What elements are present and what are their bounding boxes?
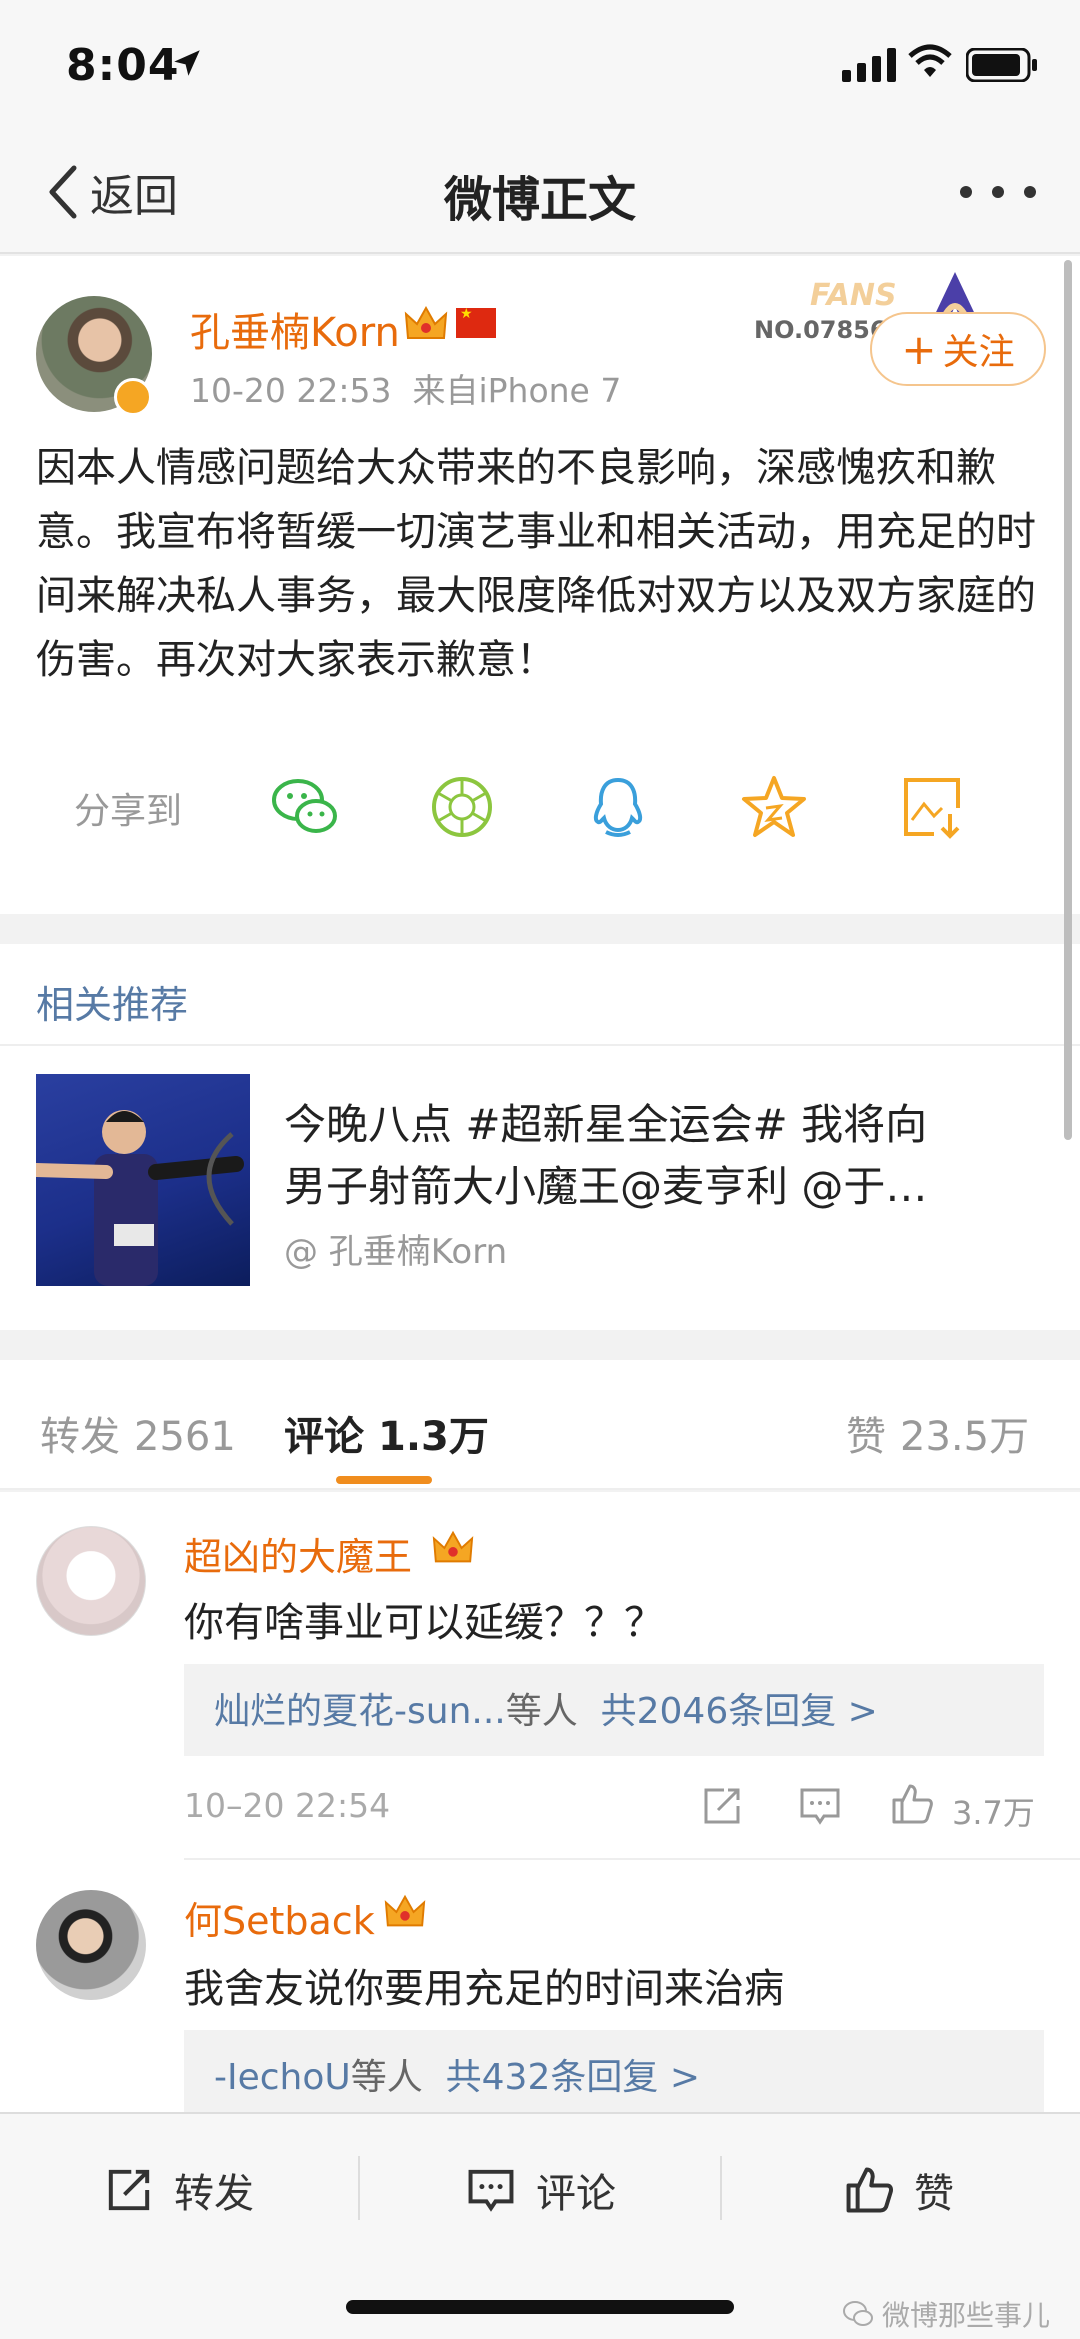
- share-row: 分享到: [0, 766, 1080, 846]
- reply-summary[interactable]: 灿烂的夏花-sun...等人 共2046条回复 >: [184, 1664, 1044, 1756]
- reply-comment-icon[interactable]: [798, 1784, 842, 1828]
- qq-icon[interactable]: [584, 774, 652, 840]
- status-time: 8:04: [66, 40, 180, 91]
- related-line-2: 男子射箭大小魔王@麦亨利 @于…: [284, 1162, 928, 1211]
- reply-total: 共2046条回复 >: [600, 1691, 878, 1732]
- post-card: 孔垂楠Korn 10-20 22:53 来自iPhone 7 FANS NO.0…: [0, 256, 1080, 914]
- verified-badge-icon: [114, 378, 152, 416]
- comment-time: 10–20 22:54: [184, 1786, 391, 1825]
- like-comment-icon[interactable]: [890, 1782, 934, 1826]
- divider: [0, 1044, 1080, 1046]
- tab-comments-label: 评论: [284, 1414, 364, 1460]
- more-options-icon[interactable]: [956, 174, 1040, 210]
- vip-crown-icon: [404, 305, 448, 339]
- comment-like-count: 3.7万: [952, 1794, 1035, 1832]
- repost-label: 转发: [174, 2171, 254, 2217]
- tab-reposts-label: 转发: [40, 1414, 120, 1460]
- thumbs-up-icon: [846, 2167, 893, 2213]
- related-thumbnail[interactable]: [36, 1074, 250, 1286]
- author-name[interactable]: 孔垂楠Korn: [190, 300, 400, 358]
- cellular-signal-icon: [842, 48, 896, 82]
- fans-badge-number: NO.07856: [754, 316, 887, 344]
- divider: [358, 2156, 360, 2220]
- weibo-post-detail-page: 8:04 返回 微博正文 孔垂楠Korn ★ 10-20 22:53 来自iPh…: [0, 0, 1080, 2339]
- post-source: 来自iPhone 7: [412, 371, 622, 410]
- related-text[interactable]: 今晚八点 #超新星全运会# 我将向 男子射箭大小魔王@麦亨利 @于…: [284, 1094, 1044, 1218]
- save-image-icon[interactable]: [898, 774, 966, 840]
- follow-button[interactable]: + 关注: [870, 312, 1046, 386]
- chevron-left-icon: [49, 165, 77, 219]
- follow-label: 关注: [942, 332, 1015, 373]
- comment-button[interactable]: 评论: [466, 2158, 616, 2222]
- scrollbar[interactable]: [1064, 260, 1072, 1140]
- wechat-watermark-icon: [842, 2301, 873, 2326]
- nav-bar: 返回 微博正文: [0, 130, 1080, 254]
- reply-total: 共432条回复 >: [445, 2057, 700, 2098]
- commenter-name[interactable]: 何Setback: [184, 1890, 375, 1945]
- battery-icon: [966, 48, 1037, 82]
- related-section: 相关推荐 今晚八点 #超新星全运会# 我将向 男子射箭大小魔王@麦亨利 @于… …: [0, 944, 1080, 1330]
- reply-from: 灿烂的夏花-sun...: [214, 1691, 506, 1732]
- reply-from: -IechoU: [214, 2057, 351, 2098]
- tab-likes-label: 赞: [846, 1414, 886, 1460]
- repost-icon: [108, 2169, 150, 2211]
- commenter-name[interactable]: 超凶的大魔王: [184, 1526, 412, 1581]
- archer-image: [36, 1110, 244, 1286]
- like-label: 赞: [914, 2171, 954, 2217]
- tab-comments[interactable]: 评论 1.3万: [284, 1404, 489, 1462]
- post-meta: 10-20 22:53 来自iPhone 7: [190, 364, 621, 412]
- location-arrow-icon: [174, 50, 200, 76]
- tab-likes[interactable]: 赞 23.5万: [846, 1404, 1029, 1462]
- vip-crown-icon: [432, 1530, 474, 1563]
- watermark-text: 微博那些事儿: [881, 2299, 1050, 2332]
- watermark: 微博那些事儿: [842, 2294, 1050, 2334]
- comment-list: 超凶的大魔王 你有啥事业可以延缓？？？ 灿烂的夏花-sun...等人 共2046…: [0, 1492, 1080, 2112]
- tab-comments-count: 1.3万: [378, 1414, 489, 1460]
- comment-label: 评论: [536, 2171, 616, 2217]
- reply-summary[interactable]: -IechoU等人 共432条回复 >: [184, 2030, 1044, 2112]
- comment-text: 你有啥事业可以延缓？？？: [184, 1600, 664, 1646]
- reply-by: 等人: [350, 2057, 423, 2098]
- status-bar: 8:04: [0, 0, 1080, 130]
- tab-reposts-count: 2561: [134, 1414, 236, 1460]
- related-line-1: 今晚八点 #超新星全运会# 我将向: [284, 1100, 928, 1149]
- commenter-avatar[interactable]: [36, 1526, 146, 1636]
- repost-comment-icon[interactable]: [700, 1784, 744, 1828]
- back-button[interactable]: 返回: [46, 160, 178, 224]
- like-button[interactable]: 赞: [844, 2158, 954, 2222]
- reply-by: 等人: [505, 1691, 578, 1732]
- home-indicator[interactable]: [346, 2300, 734, 2314]
- fans-badge-word: FANS: [810, 278, 897, 313]
- comment-icon: [468, 2169, 514, 2212]
- wifi-icon: [908, 44, 952, 77]
- interaction-tabs: 转发 2561 评论 1.3万 赞 23.5万: [0, 1360, 1080, 1490]
- share-label: 分享到: [74, 791, 183, 832]
- post-content: 因本人情感问题给大众带来的不良影响，深感愧疚和歉意。我宣布将暂缓一切演艺事业和相…: [36, 445, 1036, 683]
- comment-text: 我舍友说你要用充足的时间来治病: [184, 1966, 784, 2012]
- related-source: @ 孔垂楠Korn: [284, 1232, 508, 1272]
- china-flag-icon: [456, 306, 496, 338]
- plus-icon: +: [901, 324, 937, 374]
- back-label: 返回: [90, 171, 178, 222]
- moments-icon[interactable]: [428, 774, 496, 840]
- repost-button[interactable]: 转发: [104, 2158, 254, 2222]
- wechat-icon[interactable]: [270, 774, 338, 840]
- commenter-avatar[interactable]: [36, 1890, 146, 2000]
- related-title: 相关推荐: [36, 983, 189, 1027]
- tab-reposts[interactable]: 转发 2561: [40, 1404, 236, 1462]
- tab-likes-count: 23.5万: [900, 1414, 1030, 1460]
- vip-crown-icon: [384, 1894, 426, 1927]
- active-tab-indicator: [336, 1476, 432, 1484]
- divider: [720, 2156, 722, 2220]
- post-timestamp: 10-20 22:53: [190, 371, 392, 410]
- divider: [184, 1858, 1080, 1860]
- favorite-star-icon[interactable]: [740, 774, 808, 840]
